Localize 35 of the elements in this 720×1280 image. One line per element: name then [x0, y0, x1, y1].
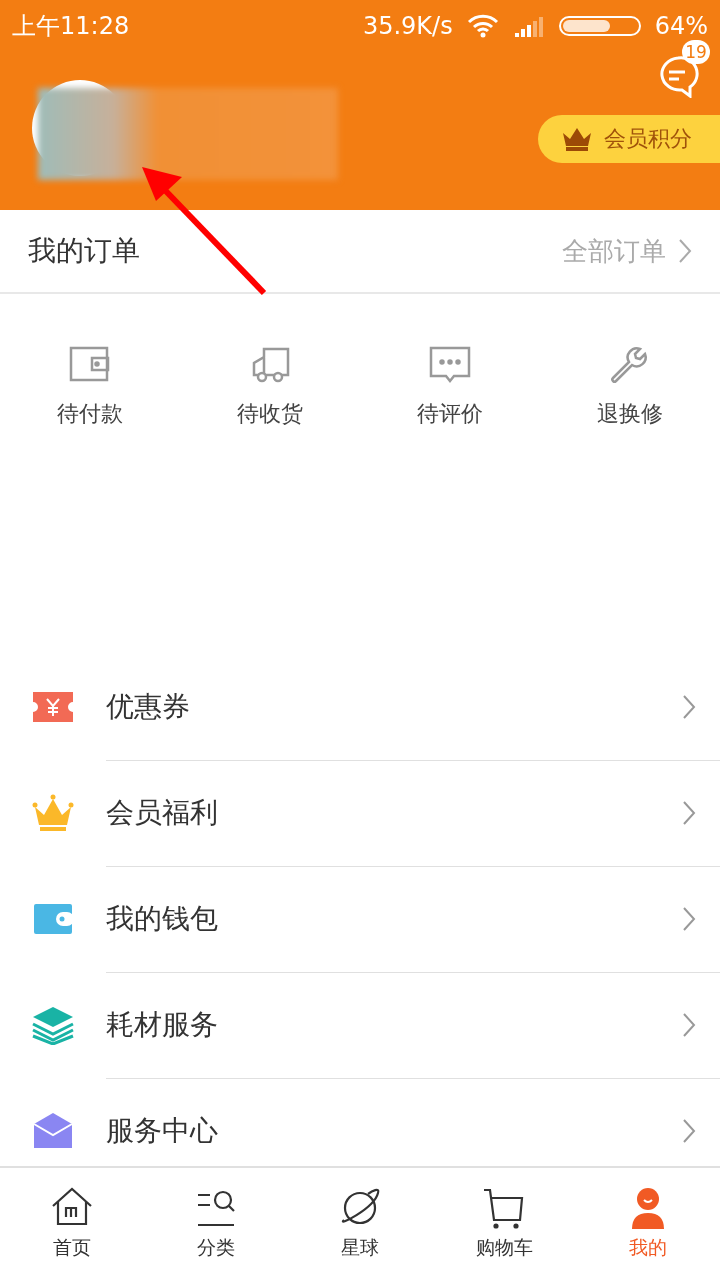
battery-icon	[558, 16, 641, 36]
menu-item[interactable]: 耗材服务	[0, 972, 720, 1078]
chevron-right-icon	[682, 1011, 696, 1038]
order-status-button[interactable]: 待评价	[360, 344, 540, 430]
menu-item[interactable]: 我的钱包	[0, 866, 720, 972]
wifi-icon	[466, 14, 499, 38]
nav-tab[interactable]: 星球	[288, 1168, 432, 1280]
chevron-right-icon	[682, 799, 696, 826]
order-status-button[interactable]: 退换修	[540, 344, 720, 430]
member-points-button[interactable]: 会员积分	[538, 115, 720, 163]
network-speed: 35.9K/s	[362, 12, 453, 40]
nav-tab[interactable]: 购物车	[432, 1168, 576, 1280]
chevron-right-icon	[682, 1118, 696, 1144]
menu-item[interactable]: 会员福利	[0, 760, 720, 866]
order-status-button[interactable]: 待付款	[0, 344, 180, 430]
order-status-button[interactable]: 待收货	[180, 344, 360, 430]
cart-icon	[482, 1187, 526, 1229]
signal-icon	[512, 15, 545, 37]
message-count-badge: 19	[682, 40, 710, 64]
crown-icon	[32, 793, 74, 833]
battery-percent: 64%	[654, 12, 708, 40]
status-time: 上午11:28	[12, 11, 130, 42]
chat-icon	[428, 345, 472, 385]
nav-tab[interactable]: 首页	[0, 1168, 144, 1280]
chevron-right-icon	[678, 238, 692, 264]
menu-item[interactable]: 服务中心	[0, 1078, 720, 1166]
chevron-right-icon	[682, 693, 696, 720]
menu-item[interactable]: 优惠券	[0, 654, 720, 760]
envelope-icon	[32, 1111, 74, 1151]
nav-tab[interactable]: 分类	[144, 1168, 288, 1280]
chevron-right-icon	[682, 905, 696, 932]
crown-icon	[562, 127, 592, 151]
blurred-profile[interactable]	[32, 80, 338, 180]
layers-icon	[32, 1005, 74, 1045]
orders-title: 我的订单	[28, 233, 140, 269]
